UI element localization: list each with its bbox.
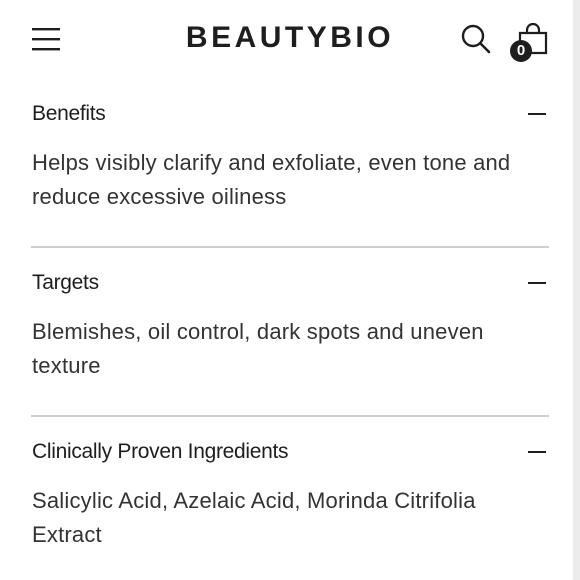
- section-divider: [31, 246, 549, 248]
- accordion-header-targets[interactable]: Targets: [31, 269, 549, 309]
- accordion-section-ingredients: Clinically Proven Ingredients Salicylic …: [31, 438, 549, 547]
- accordion-body-text: Helps visibly clarify and exfoliate, eve…: [32, 150, 511, 209]
- brand-logo[interactable]: BEAUTYBIO: [0, 20, 580, 56]
- accordion-section-targets: Targets Blemishes, oil control, dark spo…: [31, 269, 549, 378]
- site-header: BEAUTYBIO 0: [0, 0, 573, 80]
- accordion-title: Targets: [32, 271, 99, 294]
- accordion-body-text: Blemishes, oil control, dark spots and u…: [32, 319, 484, 378]
- accordion-header-ingredients[interactable]: Clinically Proven Ingredients: [31, 438, 549, 478]
- cart-button[interactable]: 0: [508, 22, 552, 64]
- accordion-section-benefits: Benefits Helps visibly clarify and exfol…: [31, 100, 549, 209]
- right-edge-strip: [573, 0, 580, 580]
- accordion-title: Benefits: [32, 102, 106, 125]
- accordion-header-benefits[interactable]: Benefits: [31, 100, 549, 140]
- cart-count-badge: 0: [510, 40, 532, 62]
- collapse-minus-icon[interactable]: [528, 113, 546, 115]
- accordion-body-text: Salicylic Acid, Azelaic Acid, Morinda Ci…: [32, 488, 476, 547]
- collapse-minus-icon[interactable]: [528, 282, 546, 284]
- accordion-title: Clinically Proven Ingredients: [32, 440, 289, 463]
- search-icon[interactable]: [460, 23, 492, 55]
- collapse-minus-icon[interactable]: [528, 451, 546, 453]
- section-divider: [31, 415, 549, 417]
